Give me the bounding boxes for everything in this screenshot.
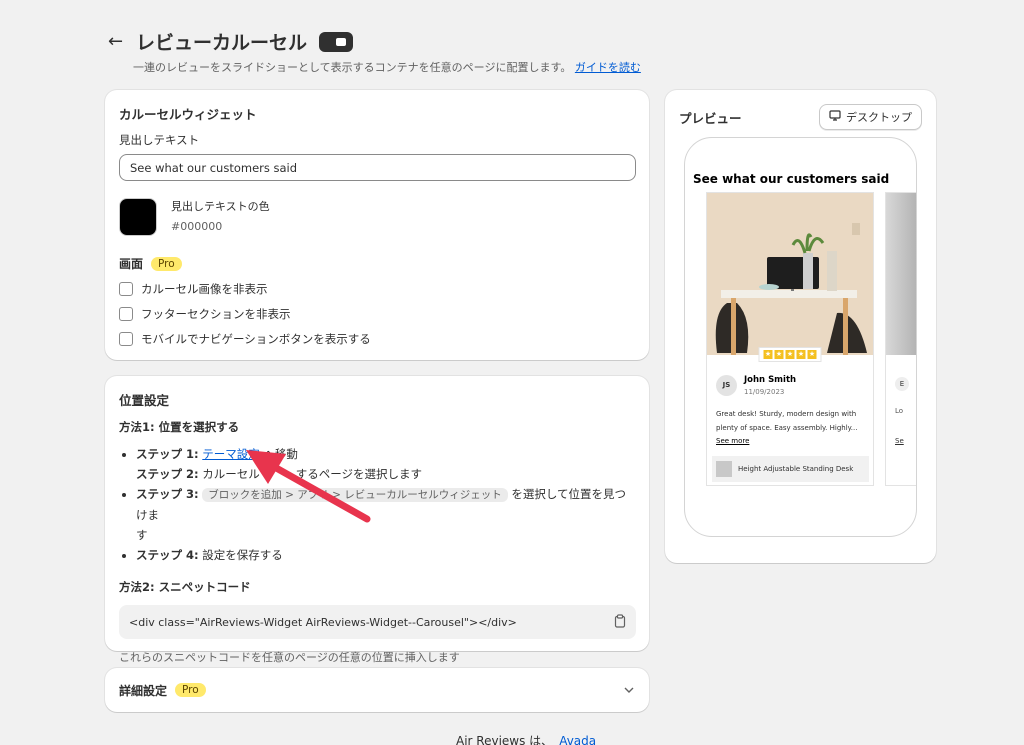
snippet-helper-text: これらのスニペットコードを任意のページの任意の位置に挿入します <box>119 651 460 664</box>
display-section-head: 画面 Pro <box>119 255 635 272</box>
option-hide-footer[interactable]: フッターセクションを非表示 <box>119 306 635 322</box>
heading-color-value: #000000 <box>171 220 223 233</box>
option-label: フッターセクションを非表示 <box>141 307 291 321</box>
heading-text-value: See what our customers said <box>130 160 298 175</box>
page-description: 一連のレビューをスライドショーとして表示するコンテナを任意のページに配置します。 <box>133 61 572 74</box>
clipboard-icon[interactable] <box>614 613 626 631</box>
step-text-end: す <box>136 528 148 542</box>
method1-title: 方法1: 位置を選択する <box>119 420 240 434</box>
heading-text-label: 見出しテキスト <box>119 133 200 147</box>
checkbox[interactable] <box>119 282 133 296</box>
star-icon: ★ <box>785 350 795 359</box>
star-icon: ★ <box>807 350 817 359</box>
heading-color-swatch[interactable] <box>119 198 157 236</box>
method2-title: 方法2: スニペットコード <box>119 580 251 594</box>
step-label: ステップ 2 <box>136 467 195 481</box>
review-product[interactable]: Height Adjustable Standing Desk <box>712 456 869 482</box>
review-text: Great desk! Sturdy, modern design with p… <box>716 410 858 432</box>
option-label: モバイルでナビゲーションボタンを表示する <box>141 332 371 346</box>
device-label: デスクトップ <box>846 111 912 124</box>
footer-text: Air Reviews は、 <box>456 734 554 745</box>
step-2: ステップ 2: カルーセル するページを選択します <box>136 467 423 481</box>
review-date: 11/09/2023 <box>744 388 785 396</box>
page-subtitle: 一連のレビューをスライドショーとして表示するコンテナを任意のページに配置します。… <box>133 59 641 75</box>
pro-badge: Pro <box>175 683 206 697</box>
guide-link[interactable]: ガイドを読む <box>575 61 641 74</box>
see-more-link[interactable]: See more <box>716 437 749 445</box>
review-image <box>707 193 873 355</box>
position-settings-card: 位置設定 方法1: 位置を選択する ステップ 1: テーマ設定 へ移動 ステップ… <box>105 376 649 664</box>
desktop-icon <box>829 110 841 124</box>
review-text: Lo <box>895 407 904 415</box>
advanced-settings-header: 詳細設定 Pro <box>119 682 206 699</box>
step-label: ステップ 3 <box>136 487 195 501</box>
star-icon: ★ <box>763 350 773 359</box>
step-label: ステップ 4 <box>136 548 195 562</box>
carousel-widget-title: カルーセルウィジェット <box>119 107 257 122</box>
display-section-title: 画面 <box>119 257 144 271</box>
avatar: E <box>895 377 909 391</box>
position-settings-title: 位置設定 <box>119 393 170 408</box>
avatar: JS <box>716 375 737 396</box>
step-list: ステップ 1: テーマ設定 へ移動 ステップ 2: カルーセルするページを選択し… <box>119 444 635 565</box>
theme-settings-link[interactable]: テーマ設定 <box>202 447 260 461</box>
page-title: レビューカルーセル <box>136 32 308 54</box>
snippet-code: <div class="AirReviews-Widget AirReviews… <box>129 615 517 629</box>
step-text: カルーセル <box>202 467 260 481</box>
reviewer-name: John Smith <box>744 375 797 385</box>
step-4: ステップ 4: 設定を保存する <box>136 545 635 565</box>
pro-badge: Pro <box>151 256 182 271</box>
phone-heading: See what our customers said <box>693 172 890 186</box>
product-thumbnail <box>716 461 732 477</box>
widget-toggle[interactable] <box>319 31 354 52</box>
product-name: Height Adjustable Standing Desk <box>738 465 854 473</box>
preview-title: プレビュー <box>679 110 742 126</box>
preview-card: プレビュー デスクトップ See what our customers said <box>665 90 936 563</box>
step-chip: ブロックを追加 > アプリ > レビューカルーセルウィジェット <box>202 488 508 502</box>
rating-stars: ★ ★ ★ ★ ★ <box>758 347 822 362</box>
see-more-link[interactable]: Se <box>895 437 904 445</box>
chevron-down-icon[interactable] <box>623 683 635 697</box>
heading-color-label: 見出しテキストの色 <box>171 200 270 213</box>
step-3: ステップ 3: ブロックを追加 > アプリ > レビューカルーセルウィジェット … <box>136 484 635 545</box>
step-text: へ移動 <box>263 447 298 461</box>
checkbox[interactable] <box>119 307 133 321</box>
heading-color-info: 見出しテキストの色 #000000 <box>171 197 270 237</box>
review-card-partial: E Lo Se <box>885 192 916 486</box>
option-label: カルーセル画像を非表示 <box>141 282 268 296</box>
page-header: ← レビューカルーセル 一連のレビューをスライドショーとして表示するコンテナを任… <box>108 28 641 75</box>
device-toggle-button[interactable]: デスクトップ <box>819 104 922 130</box>
avada-link[interactable]: Avada <box>559 734 596 745</box>
review-card: ★ ★ ★ ★ ★ JS John Smith 11/09/2023 Great… <box>706 192 874 486</box>
heading-text-input[interactable]: See what our customers said <box>119 154 636 181</box>
heading-color-row: 見出しテキストの色 #000000 <box>119 197 635 237</box>
star-icon: ★ <box>796 350 806 359</box>
step-label: ステップ 1 <box>136 447 195 461</box>
review-image <box>886 193 916 355</box>
footer: Air Reviews は、 Avada <box>456 732 596 745</box>
checkbox[interactable] <box>119 332 133 346</box>
carousel-widget-card: カルーセルウィジェット 見出しテキスト See what our custome… <box>105 90 649 360</box>
back-arrow-icon[interactable]: ← <box>108 31 126 52</box>
step-text: 設定を保存する <box>202 548 283 562</box>
star-icon: ★ <box>774 350 784 359</box>
snippet-code-box[interactable]: <div class="AirReviews-Widget AirReviews… <box>119 605 636 639</box>
advanced-settings-card[interactable]: 詳細設定 Pro <box>105 668 649 712</box>
option-mobile-nav[interactable]: モバイルでナビゲーションボタンを表示する <box>119 331 635 347</box>
step-1: ステップ 1: テーマ設定 へ移動 <box>136 444 635 464</box>
reviewer-row: JS John Smith 11/09/2023 <box>716 375 796 396</box>
preview-header: プレビュー デスクトップ <box>679 104 922 130</box>
step-text-end: するページを選択します <box>295 467 423 481</box>
advanced-settings-title: 詳細設定 <box>119 683 168 698</box>
phone-preview: See what our customers said ★ ★ ★ ★ ★ JS… <box>684 137 917 537</box>
option-hide-images[interactable]: カルーセル画像を非表示 <box>119 281 635 297</box>
